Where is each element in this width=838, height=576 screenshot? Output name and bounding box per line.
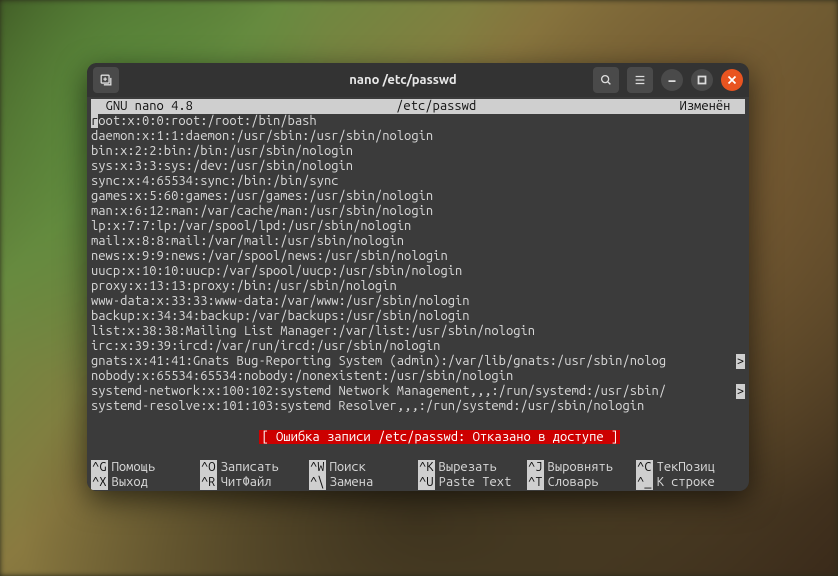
shortcut-item: ^_ К строке (636, 475, 745, 490)
file-line: systemd-network:x:100:102:systemd Networ… (91, 384, 745, 399)
file-line: root:x:0:0:root:/root:/bin/bash (91, 114, 745, 129)
file-line: sync:x:4:65534:sync:/bin:/bin/sync (91, 174, 745, 189)
search-button[interactable] (593, 67, 619, 93)
shortcut-key: ^O (200, 460, 217, 475)
shortcut-item: ^W Поиск (309, 460, 418, 475)
shortcut-label: Выровнять (548, 460, 614, 475)
shortcut-label: Поиск (330, 460, 366, 475)
file-content: root:x:0:0:root:/root:/bin/bashdaemon:x:… (91, 114, 745, 414)
nano-titlebar: GNU nano 4.8 /etc/passwd Изменён (91, 99, 745, 114)
close-icon (725, 73, 739, 87)
nano-version: GNU nano 4.8 (91, 99, 193, 114)
maximize-icon (695, 73, 709, 87)
file-line: uucp:x:10:10:uucp:/var/spool/uucp:/usr/s… (91, 264, 745, 279)
shortcut-item: ^O Записать (200, 460, 309, 475)
line-overflow-indicator: > (736, 384, 745, 399)
shortcut-key: ^K (418, 460, 435, 475)
file-line: man:x:6:12:man:/var/cache/man:/usr/sbin/… (91, 204, 745, 219)
shortcut-label: ЧитФайл (221, 475, 272, 490)
file-line: games:x:5:60:games:/usr/games:/usr/sbin/… (91, 189, 745, 204)
shortcut-key: ^_ (636, 475, 653, 490)
search-icon (599, 73, 613, 87)
shortcut-label: Замена (330, 475, 374, 490)
shortcut-label: К строке (657, 475, 715, 490)
shortcut-key: ^R (200, 475, 217, 490)
file-line: systemd-resolve:x:101:103:systemd Resolv… (91, 399, 745, 414)
nano-shortcuts: ^G Помощь ^O Записать ^W Поиск ^K Вырезать ^J Выр… (91, 460, 745, 490)
terminal-window: nano /etc/passwd GNU nano 4.8 /etc/passw… (87, 63, 749, 491)
shortcut-item: ^X Выход (91, 475, 200, 490)
nano-error-message: [ Ошибка записи /etc/passwd: Отказано в … (259, 430, 620, 444)
file-line: www-data:x:33:33:www-data:/var/www:/usr/… (91, 294, 745, 309)
shortcut-key: ^X (91, 475, 108, 490)
shortcut-item: ^T Словарь (527, 475, 636, 490)
shortcut-key: ^J (527, 460, 544, 475)
terminal-body[interactable]: GNU nano 4.8 /etc/passwd Изменён root:x:… (87, 97, 749, 491)
window-titlebar[interactable]: nano /etc/passwd (87, 63, 749, 97)
nano-filename: /etc/passwd (396, 99, 476, 114)
shortcut-label: Записать (221, 460, 279, 475)
shortcut-item: ^G Помощь (91, 460, 200, 475)
shortcut-key: ^C (636, 460, 653, 475)
shortcut-item: ^\ Замена (309, 475, 418, 490)
shortcut-label: Paste Text (439, 475, 512, 490)
menu-button[interactable] (627, 67, 653, 93)
minimize-button[interactable] (661, 69, 683, 91)
line-overflow-indicator: > (736, 354, 745, 369)
shortcut-label: ТекПозиц (657, 460, 715, 475)
hamburger-icon (633, 73, 647, 87)
file-line: irc:x:39:39:ircd:/var/run/ircd:/usr/sbin… (91, 339, 745, 354)
nano-status-row: [ Ошибка записи /etc/passwd: Отказано в … (91, 415, 745, 460)
maximize-button[interactable] (691, 69, 713, 91)
file-line: nobody:x:65534:65534:nobody:/nonexistent… (91, 369, 745, 384)
shortcut-item: ^R ЧитФайл (200, 475, 309, 490)
file-line: sys:x:3:3:sys:/dev:/usr/sbin/nologin (91, 159, 745, 174)
shortcut-label: Вырезать (439, 460, 497, 475)
file-line: gnats:x:41:41:Gnats Bug-Reporting System… (91, 354, 745, 369)
file-line: backup:x:34:34:backup:/var/backups:/usr/… (91, 309, 745, 324)
file-line: mail:x:8:8:mail:/var/mail:/usr/sbin/nolo… (91, 234, 745, 249)
window-title: nano /etc/passwd (221, 73, 585, 87)
new-tab-button[interactable] (93, 67, 119, 93)
shortcut-key: ^G (91, 460, 108, 475)
new-tab-icon (99, 73, 113, 87)
shortcut-key: ^\ (309, 475, 326, 490)
file-line: lp:x:7:7:lp:/var/spool/lpd:/usr/sbin/nol… (91, 219, 745, 234)
cursor: r (91, 114, 98, 128)
shortcut-item: ^C ТекПозиц (636, 460, 745, 475)
shortcut-item: ^J Выровнять (527, 460, 636, 475)
shortcut-item: ^U Paste Text (418, 475, 527, 490)
close-button[interactable] (721, 69, 743, 91)
shortcut-item: ^K Вырезать (418, 460, 527, 475)
shortcut-key: ^U (418, 475, 435, 490)
shortcut-label: Помощь (112, 460, 156, 475)
shortcut-label: Выход (112, 475, 148, 490)
nano-modified: Изменён (679, 99, 745, 114)
file-line: news:x:9:9:news:/var/spool/news:/usr/sbi… (91, 249, 745, 264)
shortcut-key: ^T (527, 475, 544, 490)
file-line: daemon:x:1:1:daemon:/usr/sbin:/usr/sbin/… (91, 129, 745, 144)
file-line: list:x:38:38:Mailing List Manager:/var/l… (91, 324, 745, 339)
shortcut-key: ^W (309, 460, 326, 475)
file-line: bin:x:2:2:bin:/bin:/usr/sbin/nologin (91, 144, 745, 159)
shortcut-label: Словарь (548, 475, 599, 490)
minimize-icon (665, 73, 679, 87)
file-line: proxy:x:13:13:proxy:/bin:/usr/sbin/nolog… (91, 279, 745, 294)
